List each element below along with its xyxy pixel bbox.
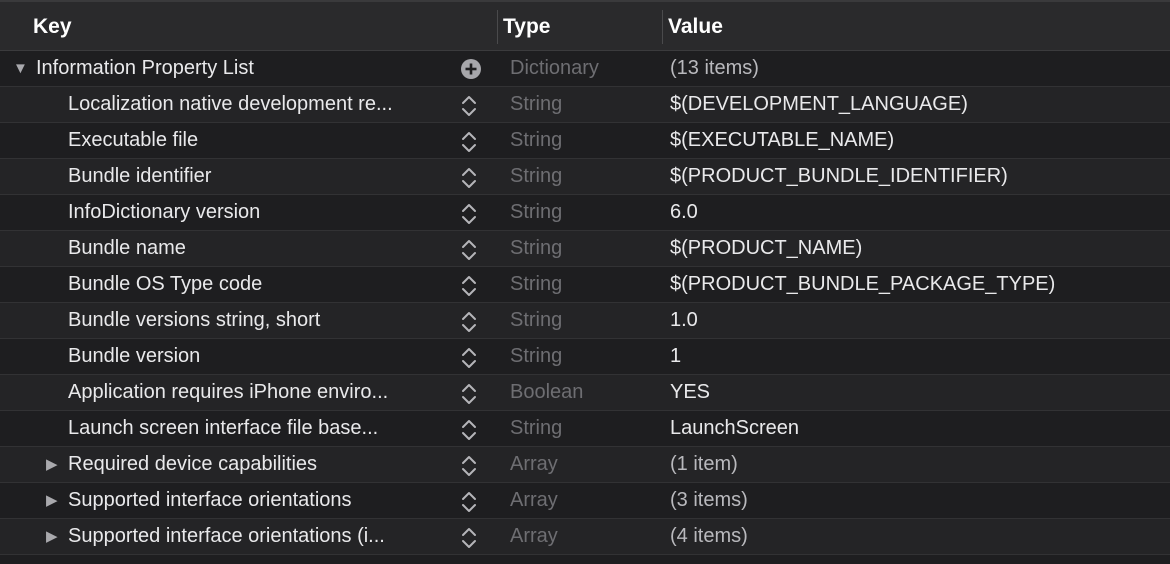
key-cell[interactable]: Bundle identifier <box>68 159 455 194</box>
type-cell[interactable]: String <box>510 87 562 122</box>
plus-circle-icon[interactable] <box>460 58 482 80</box>
up-down-chevron-icon[interactable] <box>458 345 480 371</box>
plist-row[interactable]: Application requires iPhone enviro... Boo… <box>0 375 1170 411</box>
up-down-chevron-icon[interactable] <box>458 489 480 515</box>
key-cell[interactable]: Executable file <box>68 123 455 158</box>
key-cell[interactable]: Bundle name <box>68 231 455 266</box>
disclosure-triangle-right-icon[interactable]: ▶ <box>46 519 58 554</box>
plist-row[interactable]: Bundle name String $(PRODUCT_NAME) <box>0 231 1170 267</box>
key-cell[interactable]: Supported interface orientations <box>68 483 455 518</box>
key-cell[interactable]: Required device capabilities <box>68 447 455 482</box>
key-cell[interactable]: Launch screen interface file base... <box>68 411 455 446</box>
type-cell[interactable]: String <box>510 267 562 302</box>
type-cell[interactable]: Array <box>510 447 558 482</box>
plist-row[interactable]: InfoDictionary version String 6.0 <box>0 195 1170 231</box>
value-cell[interactable]: $(PRODUCT_NAME) <box>670 231 862 266</box>
plist-rows: ▼ Information Property List Dictionary (13 … <box>0 51 1170 555</box>
column-header: Key Type Value <box>0 0 1170 51</box>
value-cell[interactable]: YES <box>670 375 710 410</box>
type-cell[interactable]: String <box>510 339 562 374</box>
value-cell[interactable]: 1.0 <box>670 303 698 338</box>
value-cell[interactable]: 6.0 <box>670 195 698 230</box>
key-cell[interactable]: Supported interface orientations (i... <box>68 519 455 554</box>
type-cell[interactable]: String <box>510 123 562 158</box>
value-cell[interactable]: $(DEVELOPMENT_LANGUAGE) <box>670 87 968 122</box>
plist-row[interactable]: Localization native development re... Str… <box>0 87 1170 123</box>
value-cell[interactable]: $(PRODUCT_BUNDLE_PACKAGE_TYPE) <box>670 267 1055 302</box>
plist-row[interactable]: Launch screen interface file base... Stri… <box>0 411 1170 447</box>
up-down-chevron-icon[interactable] <box>458 273 480 299</box>
type-cell[interactable]: String <box>510 159 562 194</box>
plist-row[interactable]: Executable file String $(EXECUTABLE_NAME) <box>0 123 1170 159</box>
column-divider[interactable] <box>497 10 498 44</box>
value-cell[interactable]: (1 item) <box>670 447 738 482</box>
column-divider[interactable] <box>662 10 663 44</box>
disclosure-triangle-down-icon[interactable]: ▼ <box>13 51 28 86</box>
up-down-chevron-icon[interactable] <box>458 453 480 479</box>
plist-row[interactable]: ▶ Supported interface orientations Array (3… <box>0 483 1170 519</box>
type-cell[interactable]: String <box>510 231 562 266</box>
key-column-header[interactable]: Key <box>33 2 72 51</box>
key-cell[interactable]: Localization native development re... <box>68 87 455 122</box>
up-down-chevron-icon[interactable] <box>458 381 480 407</box>
key-cell[interactable]: Bundle version <box>68 339 455 374</box>
value-cell[interactable]: (4 items) <box>670 519 748 554</box>
key-cell[interactable]: InfoDictionary version <box>68 195 455 230</box>
type-cell[interactable]: Dictionary <box>510 51 599 86</box>
type-cell[interactable]: String <box>510 303 562 338</box>
plist-row[interactable]: Bundle version String 1 <box>0 339 1170 375</box>
up-down-chevron-icon[interactable] <box>458 129 480 155</box>
plist-row[interactable]: ▶ Supported interface orientations (i... A… <box>0 519 1170 555</box>
plist-row[interactable]: ▶ Required device capabilities Array (1 ite… <box>0 447 1170 483</box>
up-down-chevron-icon[interactable] <box>458 237 480 263</box>
up-down-chevron-icon[interactable] <box>458 201 480 227</box>
plist-row[interactable]: ▼ Information Property List Dictionary (13 … <box>0 51 1170 87</box>
value-cell[interactable]: $(PRODUCT_BUNDLE_IDENTIFIER) <box>670 159 1008 194</box>
value-column-header[interactable]: Value <box>668 2 723 51</box>
value-cell[interactable]: (3 items) <box>670 483 748 518</box>
disclosure-triangle-right-icon[interactable]: ▶ <box>46 447 58 482</box>
up-down-chevron-icon[interactable] <box>458 93 480 119</box>
type-cell[interactable]: String <box>510 195 562 230</box>
type-cell[interactable]: Array <box>510 483 558 518</box>
value-cell[interactable]: 1 <box>670 339 681 374</box>
key-cell[interactable]: Application requires iPhone enviro... <box>68 375 455 410</box>
key-cell[interactable]: Bundle versions string, short <box>68 303 455 338</box>
value-cell[interactable]: LaunchScreen <box>670 411 799 446</box>
value-cell[interactable]: $(EXECUTABLE_NAME) <box>670 123 894 158</box>
type-cell[interactable]: Boolean <box>510 375 583 410</box>
up-down-chevron-icon[interactable] <box>458 309 480 335</box>
disclosure-triangle-right-icon[interactable]: ▶ <box>46 483 58 518</box>
type-cell[interactable]: Array <box>510 519 558 554</box>
up-down-chevron-icon[interactable] <box>458 417 480 443</box>
plist-row[interactable]: Bundle versions string, short String 1.0 <box>0 303 1170 339</box>
key-cell[interactable]: Bundle OS Type code <box>68 267 455 302</box>
value-cell[interactable]: (13 items) <box>670 51 759 86</box>
plist-row[interactable]: Bundle OS Type code String $(PRODUCT_BUNDL… <box>0 267 1170 303</box>
up-down-chevron-icon[interactable] <box>458 165 480 191</box>
type-column-header[interactable]: Type <box>503 2 550 51</box>
up-down-chevron-icon[interactable] <box>458 525 480 551</box>
property-list-editor: Key Type Value ▼ Information Property Lis… <box>0 0 1170 564</box>
type-cell[interactable]: String <box>510 411 562 446</box>
key-cell[interactable]: Information Property List <box>36 51 455 86</box>
plist-row[interactable]: Bundle identifier String $(PRODUCT_BUNDLE_… <box>0 159 1170 195</box>
